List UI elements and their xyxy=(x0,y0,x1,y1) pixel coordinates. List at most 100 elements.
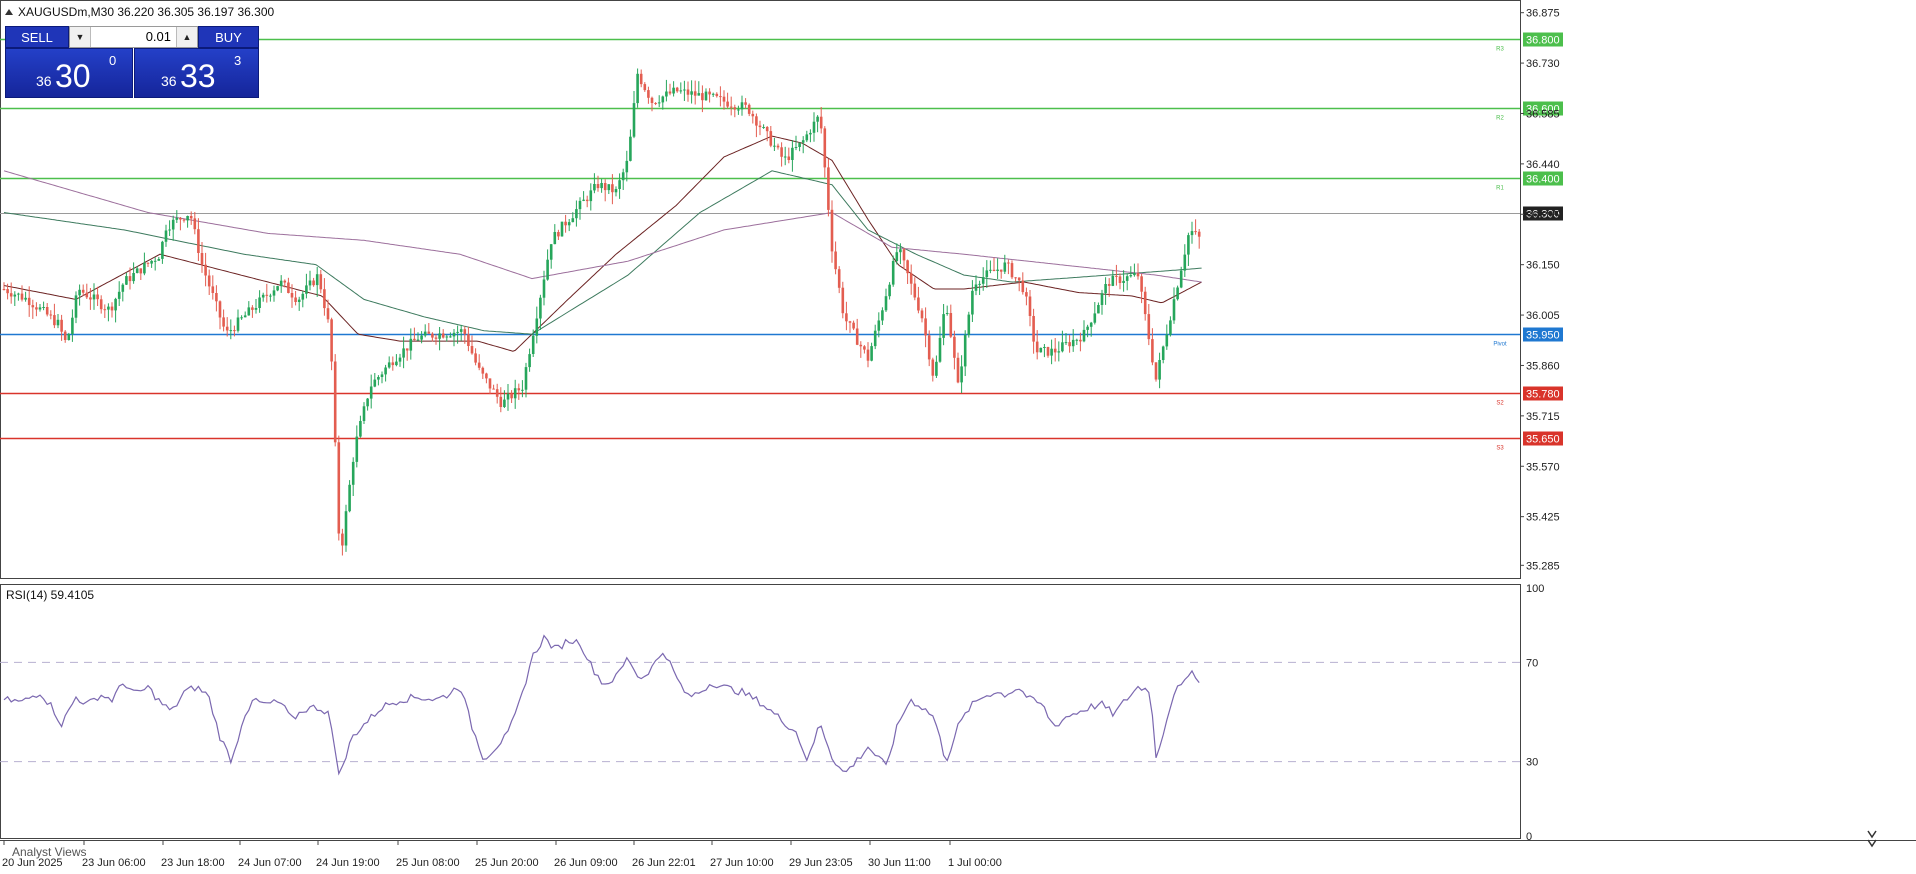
candle xyxy=(625,150,629,182)
candle xyxy=(20,285,24,302)
moving-average-line-1 xyxy=(3,135,1202,352)
candle xyxy=(585,195,589,208)
candle xyxy=(708,88,711,103)
candle xyxy=(852,320,855,331)
candle xyxy=(110,302,114,318)
triangle-up-icon[interactable] xyxy=(5,9,13,15)
candle xyxy=(1086,324,1089,338)
candle xyxy=(859,341,863,358)
candle xyxy=(693,80,697,105)
time-tick-label: 26 Jun 09:00 xyxy=(554,857,618,869)
candle xyxy=(495,383,499,404)
moving-average-line-2 xyxy=(3,170,1202,335)
candle xyxy=(452,329,456,347)
candle xyxy=(1057,341,1061,362)
candle xyxy=(1010,260,1014,280)
candle xyxy=(834,241,837,275)
candle xyxy=(229,319,233,340)
candle xyxy=(643,82,647,92)
lot-size-field[interactable]: ▼ 0.01 ▲ xyxy=(69,26,198,48)
candle xyxy=(999,269,1003,279)
candle xyxy=(686,81,690,102)
candle xyxy=(265,283,269,303)
candle xyxy=(1071,329,1075,352)
candle xyxy=(942,304,945,346)
chart-canvas[interactable]: R336.800R236.600R136.400Pivot35.950S235.… xyxy=(0,0,1916,874)
candle xyxy=(704,88,708,101)
candle xyxy=(672,81,675,97)
price-tick-label: 35.860 xyxy=(1526,360,1560,372)
lot-increase-icon[interactable]: ▲ xyxy=(176,27,197,47)
candle xyxy=(719,86,722,107)
candle xyxy=(697,81,701,96)
candle xyxy=(564,214,567,233)
candle xyxy=(1017,277,1021,292)
candle xyxy=(60,314,63,341)
candle xyxy=(1046,346,1050,358)
candle xyxy=(755,113,758,138)
ask-price-button[interactable]: 36 33 3 xyxy=(134,48,259,98)
candle xyxy=(924,307,927,348)
candle xyxy=(1050,339,1053,365)
candle xyxy=(629,129,632,162)
candle xyxy=(31,299,35,319)
candle xyxy=(1032,308,1035,354)
time-tick-label: 29 Jun 23:05 xyxy=(789,857,853,869)
candle xyxy=(1068,335,1071,353)
candle xyxy=(373,373,377,388)
candle xyxy=(783,146,787,166)
candle xyxy=(168,220,171,236)
candle xyxy=(45,303,49,317)
rsi-tick-label: 30 xyxy=(1526,757,1538,769)
candle xyxy=(949,304,953,339)
candle xyxy=(953,330,956,370)
bid-price-button[interactable]: 36 30 0 xyxy=(5,48,133,98)
candle xyxy=(1133,263,1136,277)
price-tick-label: 36.875 xyxy=(1526,8,1560,20)
price-tick-label: 36.295 xyxy=(1526,209,1560,221)
candle xyxy=(560,221,564,237)
candle xyxy=(380,371,384,384)
candle xyxy=(215,285,218,312)
candle xyxy=(243,311,247,318)
candle xyxy=(319,269,323,294)
candle xyxy=(1158,352,1161,389)
analyst-views-label[interactable]: Analyst Views xyxy=(12,845,86,859)
candle xyxy=(117,281,121,306)
lot-decrease-icon[interactable]: ▼ xyxy=(70,27,91,47)
candle xyxy=(92,283,96,310)
candle xyxy=(434,334,438,345)
candle xyxy=(474,348,477,366)
candle xyxy=(1097,302,1100,314)
candle xyxy=(819,107,823,134)
one-click-trading-panel: SELL ▼ 0.01 ▲ BUY 36 30 0 36 33 3 xyxy=(5,26,259,98)
candle xyxy=(67,332,71,341)
candle xyxy=(848,320,852,333)
level-tag-r1: R1 xyxy=(1496,186,1504,192)
sell-button[interactable]: SELL xyxy=(5,26,69,48)
candle xyxy=(470,335,474,355)
candle xyxy=(974,275,978,296)
scroll-down-icon[interactable] xyxy=(1867,830,1877,839)
candle xyxy=(171,215,175,241)
candle xyxy=(794,135,798,151)
lot-size-value[interactable]: 0.01 xyxy=(146,27,171,47)
level-price-label-r1: 36.400 xyxy=(1526,174,1560,186)
candle xyxy=(398,353,402,367)
candle xyxy=(945,305,949,316)
candle xyxy=(488,378,492,395)
candle xyxy=(1190,221,1194,244)
candle xyxy=(1172,287,1176,324)
candle xyxy=(279,275,283,293)
candle xyxy=(207,269,211,295)
candle xyxy=(632,91,636,139)
candle xyxy=(269,293,272,302)
candle xyxy=(621,168,625,190)
candle xyxy=(863,345,866,354)
ask-price-fraction: 3 xyxy=(234,53,242,68)
candle xyxy=(459,324,463,341)
candle xyxy=(679,82,683,94)
buy-button[interactable]: BUY xyxy=(198,26,259,48)
candle xyxy=(17,292,20,301)
candle xyxy=(661,95,665,110)
